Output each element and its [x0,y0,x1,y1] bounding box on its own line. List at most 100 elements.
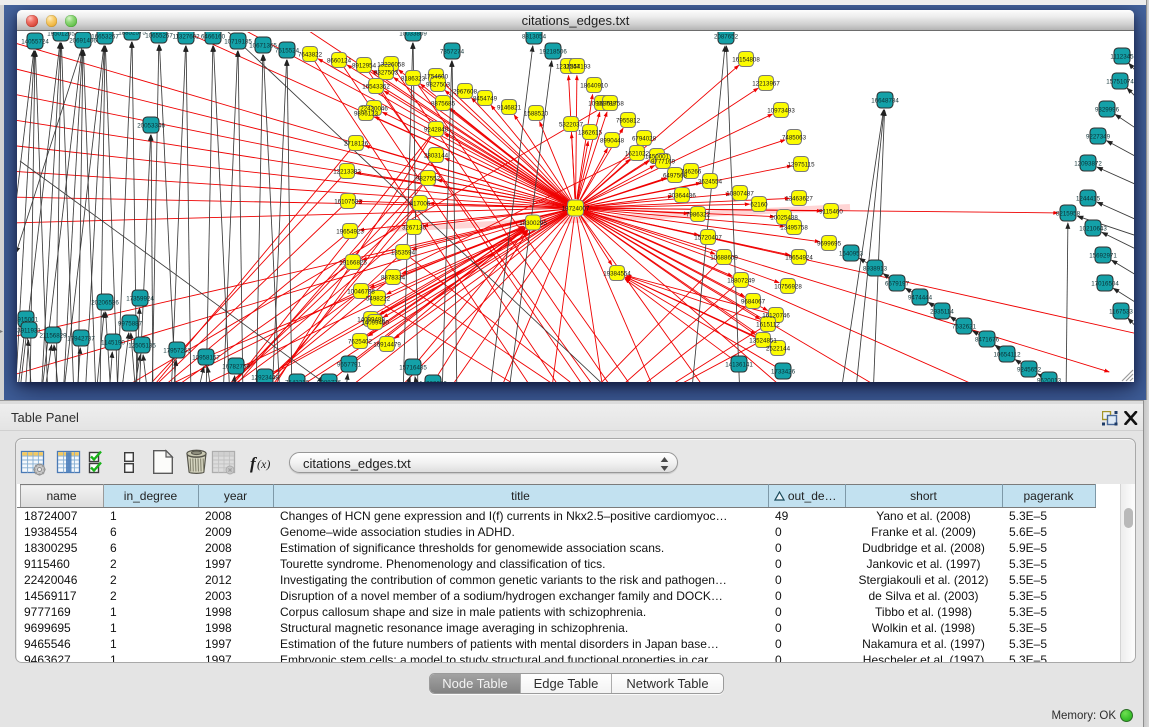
svg-text:10655267: 10655267 [145,32,173,39]
svg-text:9146821: 9146821 [497,104,522,111]
svg-text:16648784: 16648784 [871,97,899,104]
svg-text:1167533: 1167533 [1109,308,1133,315]
svg-text:15751074: 15751074 [1106,78,1134,85]
svg-text:5322037: 5322037 [559,121,584,128]
svg-text:8660124: 8660124 [327,57,352,64]
svg-text:7625402: 7625402 [348,338,373,345]
svg-text:1145190: 1145190 [101,339,125,346]
svg-text:1588520: 1588520 [524,110,549,117]
svg-text:9777169: 9777169 [651,158,676,165]
svg-text:20206536: 20206536 [91,299,119,306]
svg-text:18300295: 18300295 [519,220,547,227]
svg-text:14055724: 14055724 [21,38,49,45]
svg-text:1244415: 1244415 [1076,195,1101,202]
svg-text:10756928: 10756928 [774,283,802,290]
svg-text:8915001: 8915001 [17,316,39,323]
svg-text:20053346: 20053346 [137,122,165,129]
svg-text:9699695: 9699695 [817,240,842,247]
svg-text:6466160: 6466160 [201,33,226,40]
svg-text:13463627: 13463627 [785,195,813,202]
svg-text:2803144: 2803144 [424,152,449,159]
svg-text:17359924: 17359924 [126,295,154,302]
svg-text:8471676: 8471676 [975,336,1000,343]
svg-text:9975887: 9975887 [118,320,143,327]
svg-text:7357274: 7357274 [440,48,465,55]
svg-text:8215958: 8215958 [1056,210,1081,217]
svg-text:17942737: 17942737 [67,335,95,342]
svg-text:15716485: 15716485 [399,364,427,371]
svg-text:1733426: 1733426 [771,368,796,375]
svg-text:3911931: 3911931 [17,327,41,334]
svg-text:12975115: 12975115 [787,161,815,168]
svg-text:17016504: 17016504 [1091,280,1119,287]
svg-text:12213382: 12213382 [333,168,361,175]
svg-text:7955812: 7955812 [616,117,641,124]
svg-text:62160: 62160 [750,201,768,208]
svg-text:10210643: 10210643 [1079,225,1107,232]
svg-text:7485063: 7485063 [782,134,807,141]
svg-text:9327503: 9327503 [374,69,399,76]
svg-text:16782759: 16782759 [222,363,250,370]
svg-text:17957253: 17957253 [163,347,191,354]
svg-text:19218506: 19218506 [539,48,567,55]
svg-text:10973493: 10973493 [767,107,795,114]
svg-text:10807487: 10807487 [726,190,754,197]
svg-text:18640910: 18640910 [580,82,608,89]
svg-text:7643210: 7643210 [285,379,310,382]
svg-text:1615112: 1615112 [756,321,780,328]
svg-text:10033809: 10033809 [399,32,427,37]
svg-text:16914479: 16914479 [373,341,401,348]
svg-text:20364436: 20364436 [668,192,696,199]
svg-text:1754600: 1754600 [424,73,449,80]
svg-text:9657791: 9657791 [337,361,362,368]
svg-text:16154808: 16154808 [732,56,760,63]
svg-text:16653267: 16653267 [91,33,119,40]
svg-text:16961758: 16961758 [596,100,624,107]
svg-text:9827552: 9827552 [416,175,441,182]
svg-text:9684067: 9684067 [741,298,766,305]
svg-text:11254193: 11254193 [563,63,591,70]
svg-text:8912954: 8912954 [352,62,377,69]
svg-text:2967608: 2967608 [453,88,478,95]
svg-text:1112345: 1112345 [1110,53,1134,60]
svg-text:14262956: 14262956 [419,380,447,382]
svg-text:15692971: 15692971 [1089,252,1117,259]
svg-text:2935114: 2935114 [930,308,954,315]
svg-text:5498222: 5498222 [366,295,391,302]
svg-text:9245652: 9245652 [1017,366,1042,373]
svg-text:19654923: 19654923 [336,228,364,235]
svg-text:15720407: 15720407 [694,234,722,241]
svg-text:6679197: 6679197 [885,280,910,287]
svg-text:1640953: 1640953 [839,250,864,257]
svg-text:10654112: 10654112 [993,351,1021,358]
svg-text:16107532: 16107532 [334,198,362,205]
svg-text:2522144: 2522144 [766,345,791,352]
svg-text:8990448: 8990448 [600,137,625,144]
svg-text:9242848: 9242848 [424,126,449,133]
svg-text:14099490: 14099490 [361,319,389,326]
svg-text:8878334: 8878334 [381,274,406,281]
svg-text:7986322: 7986322 [686,211,711,218]
svg-text:417006: 417006 [410,200,431,207]
svg-text:14136141: 14136141 [725,361,753,368]
svg-text:12505135: 12505135 [128,342,156,349]
svg-text:746266: 746266 [681,168,702,175]
svg-text:8186323: 8186323 [401,75,426,82]
svg-text:12093872: 12093872 [1074,160,1102,167]
svg-text:10719185: 10719185 [224,38,252,45]
svg-text:19166825: 19166825 [339,259,367,266]
svg-text:18852575: 18852575 [118,32,146,36]
svg-text:7643822: 7643822 [298,51,323,58]
svg-text:8938913: 8938913 [863,265,888,272]
svg-text:1353594: 1353594 [391,249,416,256]
svg-text:8875685: 8875685 [431,100,456,107]
svg-text:10688609: 10688609 [710,254,738,261]
svg-text:12213967: 12213967 [752,80,780,87]
svg-text:9329996: 9329996 [1095,106,1120,113]
svg-text:13524851: 13524851 [749,337,777,344]
svg-text:18724007: 18724007 [562,205,590,212]
svg-text:8813054: 8813054 [522,33,547,40]
svg-text:9227349: 9227349 [1086,133,1111,140]
svg-text:18807249: 18807249 [727,277,755,284]
svg-text:8454749: 8454749 [473,95,498,102]
